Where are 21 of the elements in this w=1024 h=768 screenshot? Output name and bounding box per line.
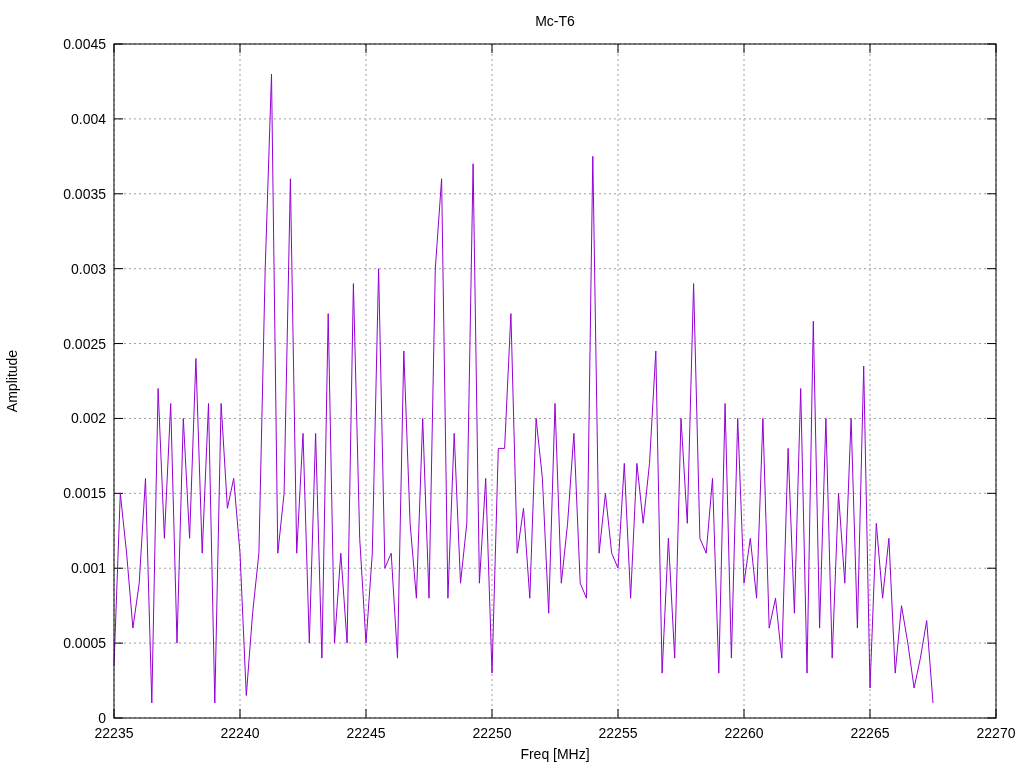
x-axis-label: Freq [MHz] (520, 746, 590, 762)
y-tick-label: 0.002 (70, 410, 106, 427)
x-tick-label: 22255 (598, 725, 638, 741)
y-tick-label: 0 (98, 710, 106, 726)
x-tick-label: 22260 (724, 725, 764, 741)
x-tick-label: 22245 (346, 725, 386, 741)
x-tick-label: 22270 (976, 725, 1016, 741)
y-tick-label: 0.001 (70, 560, 106, 577)
y-tick-label: 0.0005 (63, 635, 106, 652)
x-tick-label: 22250 (472, 725, 512, 741)
y-tick-label: 0.0025 (63, 335, 106, 352)
y-tick-label: 0.004 (70, 110, 106, 127)
chart-title: Mc-T6 (535, 13, 575, 29)
y-tick-label: 0.0015 (63, 485, 106, 502)
y-axis-label: Amplitude (4, 349, 20, 413)
y-tick-label: 0.0045 (63, 36, 106, 52)
x-tick-label: 22235 (94, 725, 134, 741)
y-tick-label: 0.003 (70, 260, 106, 277)
x-tick-label: 22240 (220, 725, 260, 741)
x-tick-label: 22265 (850, 725, 890, 741)
y-tick-label: 0.0035 (63, 185, 106, 202)
